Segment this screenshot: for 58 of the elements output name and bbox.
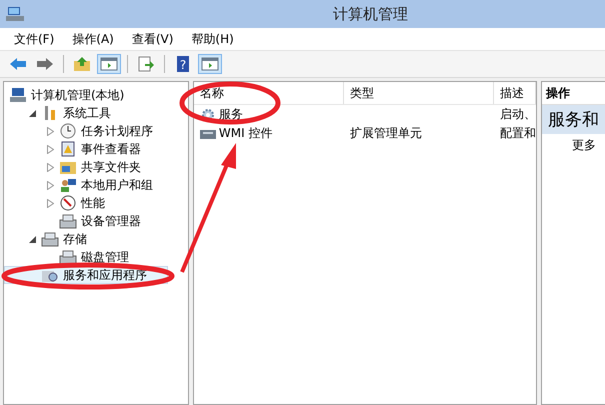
expand-arrow-icon[interactable] (47, 126, 54, 136)
pane-toggle-button[interactable] (198, 54, 222, 74)
folder-icon (59, 159, 77, 175)
tree-item-label: 共享文件夹 (80, 158, 141, 176)
expand-arrow-icon[interactable] (47, 180, 54, 190)
gauge-icon (59, 195, 77, 211)
list-row[interactable]: WMI 控件 扩展管理单元 配置和 (194, 124, 536, 143)
tree-item[interactable]: 共享文件夹 (4, 158, 168, 176)
action-link[interactable]: 更多 (542, 134, 605, 154)
window-title: 计算机管理 (333, 4, 408, 24)
collapse-arrow-icon[interactable] (29, 110, 36, 116)
menu-item[interactable]: 帮助(H) (189, 30, 236, 48)
drive-icon (59, 213, 77, 229)
menu-item[interactable]: 文件(F) (12, 30, 56, 48)
drive-icon (41, 231, 59, 247)
column-header[interactable]: 描述 (494, 82, 536, 104)
tree-item[interactable]: 本地用户和组 (4, 176, 168, 194)
users-icon (59, 177, 77, 193)
drive-icon (59, 249, 77, 265)
tree-item-label: 计算机管理(本地) (30, 86, 124, 104)
menu-item[interactable]: 操作(A) (70, 30, 116, 48)
item-description: 启动、 (500, 107, 536, 121)
menu-item[interactable]: 查看(V) (130, 30, 176, 48)
list-row[interactable]: 服务 启动、 (194, 105, 536, 124)
item-name: 服务 (218, 106, 243, 123)
tree-item[interactable]: 系统工具 (4, 104, 168, 122)
tree-item-label: 事件查看器 (80, 140, 141, 158)
tree-item[interactable]: 任务计划程序 (4, 122, 168, 140)
expand-arrow-icon[interactable] (47, 162, 54, 172)
tree-item[interactable]: 设备管理器 (4, 212, 168, 230)
computer-icon (9, 87, 27, 103)
computer-icon (6, 6, 24, 22)
tree-item-label: 任务计划程序 (80, 122, 153, 140)
tree-item[interactable]: 存储 (4, 230, 168, 248)
tree-item[interactable]: 磁盘管理 (4, 248, 168, 266)
expand-arrow-icon[interactable] (47, 144, 54, 154)
tree-item-label: 性能 (80, 194, 105, 212)
item-name: WMI 控件 (218, 125, 272, 142)
help-button[interactable]: ? (171, 54, 195, 74)
tree-item-label: 存储 (62, 230, 87, 248)
item-type: 扩展管理单元 (350, 126, 422, 140)
tree-item-label: 设备管理器 (80, 212, 141, 230)
collapse-arrow-icon[interactable] (29, 236, 36, 242)
clock-icon (59, 123, 77, 139)
pane-toggle-button[interactable] (97, 54, 121, 74)
expand-arrow-icon[interactable] (47, 198, 54, 208)
tree-item[interactable]: 事件查看器 (4, 140, 168, 158)
log-icon (59, 141, 77, 157)
tree-item[interactable]: 性能 (4, 194, 168, 212)
column-header[interactable]: 类型 (344, 82, 494, 104)
item-description: 配置和 (500, 126, 536, 140)
tree-item[interactable]: 计算机管理(本地) (4, 86, 168, 104)
column-header[interactable]: 名称 (194, 82, 344, 104)
actions-section-header[interactable]: 服务和 (542, 105, 605, 134)
tree-item-label: 服务和应用程序 (62, 266, 147, 284)
tree-item-label: 系统工具 (62, 104, 111, 122)
tree-item-label: 本地用户和组 (80, 176, 153, 194)
tree-item-label: 磁盘管理 (80, 248, 129, 266)
